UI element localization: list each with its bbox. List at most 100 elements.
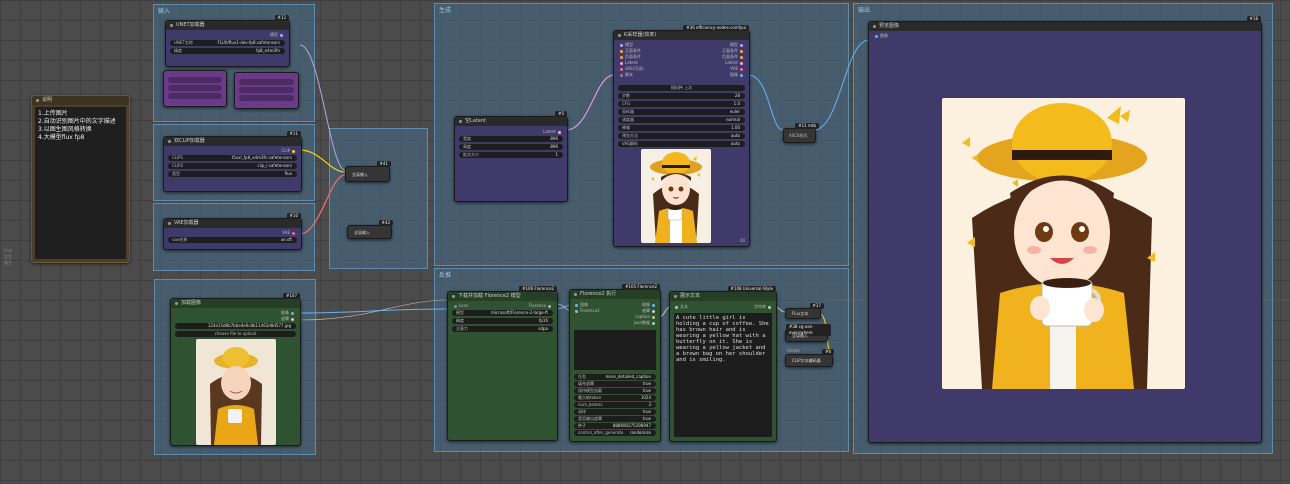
output-port[interactable]: json数据 [634,320,657,325]
widget-value: FLUX/flux1-dev-fp8.safetensors [217,40,280,45]
vae-decode-widget[interactable]: VAE解码 auto [618,141,745,147]
cfg-widget[interactable]: CFG 1.0 [618,101,745,107]
output-port-florence[interactable]: Florence [529,303,553,308]
vae-loader-node[interactable]: #10 VAE加载器 VAE vae名称 ae.sft [163,213,302,250]
node-title: K采样器(效率) [614,31,749,40]
anything-everywhere-node[interactable]: #42 全局输入 [347,220,393,239]
batch-size-widget[interactable]: 批次大小 1 [459,152,563,158]
preview-image-node[interactable]: #18 预览图像 图像 [868,16,1262,443]
sampler-widget[interactable]: 采样器 euler [618,109,745,115]
input-port[interactable]: 正面条件 [618,48,641,53]
widget-label: 降噪 [622,125,630,130]
preview-method-widget[interactable]: 预览方法 auto [618,133,745,139]
output-port[interactable]: 遮罩 [642,308,657,313]
denoise-widget[interactable]: 降噪 1.00 [618,125,745,131]
height-widget[interactable]: 高度 896 [459,144,563,150]
anything-everywhere-node[interactable]: #41 全局输入 [345,161,391,182]
input-port[interactable]: VAE(可选) [618,66,644,71]
clip-type-widget[interactable]: 类型 flux [168,171,297,177]
weight-dtype-widget[interactable]: 精度 fp8_e4m3fn [170,48,285,54]
widget-label: 调度器 [622,117,634,122]
show-text-node[interactable]: #108 Universal-Style 展示文本 文本 字符串 A cute … [669,286,777,442]
lora-widget[interactable] [168,77,222,83]
lora-widget[interactable] [168,85,222,91]
seed-toggle-button[interactable]: 随机种 上次 [618,85,745,91]
port-label: VAE [282,230,290,235]
note-node[interactable]: 说明 1.上传图片 2.自动识别图片中的文字描述 3.以图生图风格转换 4.大模… [31,95,130,263]
output-port[interactable]: 负面条件 [722,54,745,59]
output-port[interactable]: 正面条件 [722,48,745,53]
scheduler-widget[interactable]: 调度器 normal [618,117,745,123]
control-after-generate-widget[interactable]: control_after_generate randomize [574,430,656,436]
style-node[interactable]: #11 mtb ASCII样式 [783,123,819,143]
widget-label: 模型 [456,310,464,315]
node-title: 预览图像 [869,22,1261,31]
lora-widget[interactable] [168,93,222,99]
caption-text-area[interactable]: A cute little girl is holding a cup of c… [674,313,772,437]
florence2-loader-node[interactable]: #106 Florence2 下载并加载 Florence2 模型 Lora F… [447,286,558,441]
output-port-latent[interactable]: Latent [543,129,563,134]
output-port[interactable]: Latent [725,60,745,65]
lora-widget[interactable] [239,95,294,101]
lora-node-2[interactable] [234,72,299,109]
output-port-mask[interactable]: 遮罩 [281,316,296,321]
do-sample-toggle[interactable]: 采样 true [574,409,656,415]
clip2-widget[interactable]: CLIP2 clip_l.safetensors [168,163,297,169]
input-port[interactable]: 脚本 [618,72,633,77]
width-widget[interactable]: 宽度 896 [459,136,563,142]
output-port[interactable]: VAE [730,66,745,71]
input-port-image[interactable]: 图像 [873,33,888,38]
attention-widget[interactable]: 注意力 sdpa [452,326,553,332]
unet-loader-node[interactable]: #12 UNET加载器 模型 UNET名称 FLUX/flux1-dev-fp8.… [165,15,290,67]
output-port-clip[interactable]: CLIP [281,148,297,153]
task-widget[interactable]: 任务 more_detailed_caption [574,374,656,380]
input-port-text[interactable]: 文本 [673,304,688,309]
widget-value: microsoft/Florence-2-large-ft [491,310,548,315]
output-port[interactable]: 图像 [642,302,657,307]
output-port-string[interactable]: 字符串 [754,304,773,309]
output-port-model[interactable]: 模型 [270,32,285,37]
input-port[interactable]: 负面条件 [618,54,641,59]
clip-text-encode-node[interactable]: #6 CLIP文本编码器 [785,349,834,367]
output-port-image[interactable]: 图像 [281,310,296,315]
num-beams-widget[interactable]: num_beams 3 [574,402,656,408]
vae-name-widget[interactable]: vae名称 ae.sft [168,237,297,243]
florence2-run-node[interactable]: #105 Florence2 Florence2 执行 图像 Florence2… [569,284,661,442]
widget-label: 任务 [578,374,586,379]
lora-widget[interactable] [239,87,294,93]
flux-text-node[interactable]: #37 Flux文本 [785,303,824,319]
input-port[interactable]: 模型 [618,42,633,47]
output-port[interactable]: 图像 [730,72,745,77]
unet-name-widget[interactable]: UNET名称 FLUX/flux1-dev-fp8.safetensors [170,40,285,46]
node-footer: 40 [739,238,745,243]
dual-clip-loader-node[interactable]: #11 双CLIP加载器 CLIP CLIP1 t5xxl_fp8_e4m3fn.… [163,131,302,192]
clip1-widget[interactable]: CLIP1 t5xxl_fp8_e4m3fn.safetensors [168,155,297,161]
max-tokens-widget[interactable]: 最大新token 1024 [574,395,656,401]
steps-widget[interactable]: 步数 28 [618,93,745,99]
global-input-node[interactable]: #38 cg-use-everywhere 全局输入 [785,324,831,342]
empty-latent-node[interactable]: #5 空Latent Latent 宽度 896 高度 896 批次大小 1 [454,111,568,202]
load-image-node[interactable]: #107 加载图像 图像 遮罩 124e15d8b7bbe4e6c8b11463… [170,293,301,446]
lora-widget[interactable] [239,79,294,85]
input-port[interactable]: Florence2 [573,308,600,313]
fill-mask-toggle[interactable]: 填充遮罩 true [574,381,656,387]
widget-value: 896 [550,136,558,141]
input-port[interactable]: Latent [618,60,638,65]
widget-value: auto [730,141,740,146]
upload-button[interactable]: choose file to upload [175,331,296,337]
seed-widget[interactable]: 种子 888690275198947 [574,423,656,429]
note-text[interactable]: 1.上传图片 2.自动识别图片中的文字描述 3.以图生图风格转换 4.大模型fl… [35,107,126,259]
input-port[interactable]: 图像 [573,302,588,307]
output-mask-toggle[interactable]: 是否输出遮罩 true [574,416,656,422]
model-widget[interactable]: 模型 microsoft/Florence-2-large-ft [452,310,553,316]
output-port[interactable]: 模型 [730,42,745,47]
precision-widget[interactable]: 精度 fp16 [452,318,553,324]
output-port-vae[interactable]: VAE [282,230,297,235]
keep-loaded-toggle[interactable]: 保持模型加载 true [574,388,656,394]
output-port[interactable]: caption [635,314,657,319]
text-prompt-area[interactable] [574,330,656,370]
input-port-lora[interactable]: Lora [452,303,468,308]
lora-node-1[interactable] [163,70,227,107]
image-file-select[interactable]: 124e15d8b7bbe4e6c8b11463d8d577.jpg [175,323,296,329]
ksampler-efficient-node[interactable]: #36 efficiency-nodes-comfyui K采样器(效率) 模型… [613,25,750,247]
